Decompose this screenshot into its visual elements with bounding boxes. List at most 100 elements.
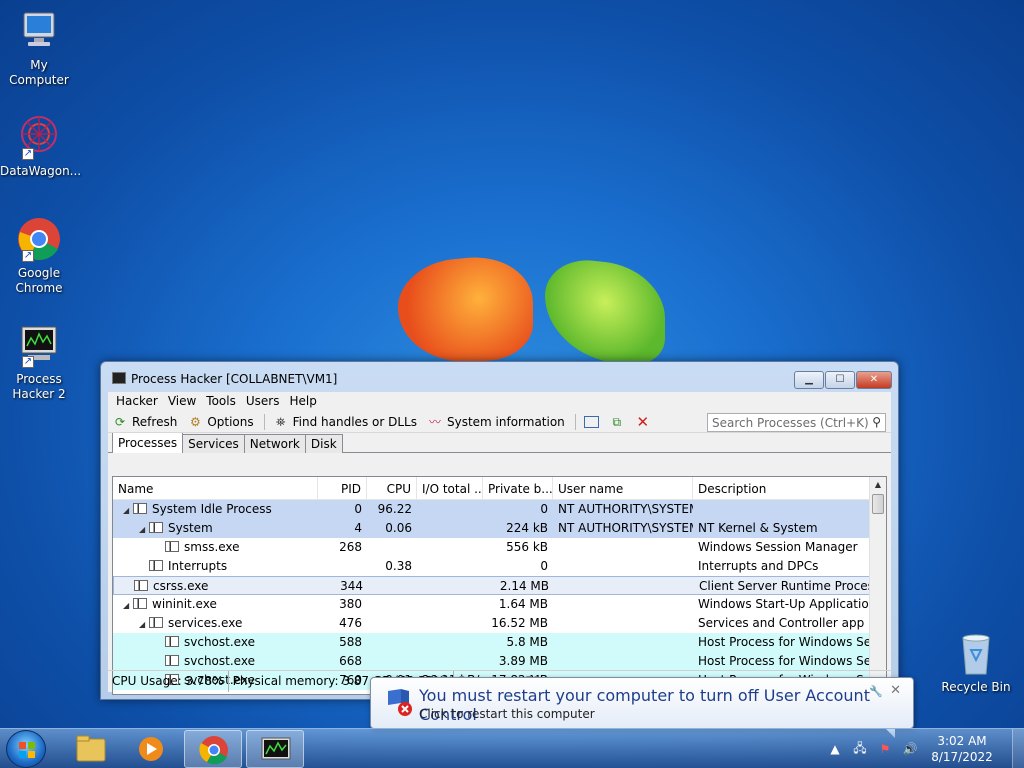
clock-date: 8/17/2022 <box>931 750 993 764</box>
action-center-flag-icon[interactable]: ⚑ <box>876 742 894 756</box>
refresh-label: Refresh <box>132 414 178 429</box>
title-bar[interactable]: Process Hacker [COLLABNET\VM1] ▁ ☐ ✕ <box>101 362 898 392</box>
menu-help[interactable]: Help <box>287 392 322 411</box>
menu-tools[interactable]: Tools <box>204 392 242 411</box>
process-hacker-icon <box>261 737 291 760</box>
process-user <box>553 557 693 576</box>
scroll-thumb[interactable] <box>872 494 884 514</box>
window-view-button[interactable] <box>583 415 603 428</box>
table-row[interactable]: ◢ System Idle Process 0 96.22 0 NT AUTHOR… <box>113 500 886 519</box>
process-private-bytes: 16.52 MB <box>491 616 548 630</box>
tab-network[interactable]: Network <box>243 434 306 453</box>
process-io <box>417 652 483 671</box>
menu-hacker[interactable]: Hacker <box>114 392 164 411</box>
table-row[interactable]: ◢ System 4 0.06 224 kB NT AUTHORITY\SYSTE… <box>113 519 886 538</box>
expand-arrow-icon[interactable]: ◢ <box>139 520 149 538</box>
table-row[interactable]: svchost.exe 588 5.8 MB Host Process for … <box>113 633 886 652</box>
gear-icon: ⚙ <box>189 414 201 429</box>
process-name: services.exe <box>168 616 243 630</box>
process-icon <box>165 541 179 552</box>
process-io <box>417 595 483 614</box>
menu-users[interactable]: Users <box>244 392 286 411</box>
show-hidden-icons-icon[interactable]: ▲ <box>826 742 844 756</box>
tab-processes[interactable]: Processes <box>112 432 184 453</box>
menu-view[interactable]: View <box>166 392 202 411</box>
column-private-bytes[interactable]: Private b... <box>483 477 553 500</box>
process-icon <box>133 598 147 609</box>
expand-arrow-icon[interactable]: ◢ <box>123 596 133 614</box>
desktop-icon-chrome[interactable]: ↗ Google Chrome <box>0 216 78 296</box>
desktop-icon-my-computer[interactable]: My Computer <box>0 8 78 88</box>
volume-icon[interactable]: 🔊 <box>901 742 919 756</box>
expand-arrow-icon[interactable]: ◢ <box>139 615 149 633</box>
system-tray: ▲ 🖧 ⚑ 🔊 3:02 AM 8/17/2022 <box>826 729 1024 768</box>
process-pid: 0 <box>354 502 362 516</box>
process-user <box>553 652 693 671</box>
table-row[interactable]: ◢ services.exe 476 16.52 MB Services and … <box>113 614 886 633</box>
process-cpu: 96.22 <box>377 502 412 516</box>
scroll-up-icon[interactable]: ▲ <box>870 477 886 493</box>
maximize-button[interactable]: ☐ <box>825 371 855 389</box>
toolbar-separator <box>574 413 576 430</box>
table-row[interactable]: smss.exe 268 556 kB Windows Session Mana… <box>113 538 886 557</box>
process-cpu <box>367 595 417 614</box>
table-row[interactable]: Interrupts 0.38 0 Interrupts and DPCs <box>113 557 886 576</box>
app-icon <box>112 372 126 384</box>
system-information-button[interactable]: 〰 System information <box>427 415 565 429</box>
chrome-icon <box>199 736 228 765</box>
column-pid[interactable]: PID <box>318 477 367 500</box>
find-handles-button[interactable]: ⛯ Find handles or DLLs <box>273 415 417 429</box>
column-name[interactable]: Name <box>113 477 318 500</box>
search-placeholder: Search Processes (Ctrl+K) <box>712 416 869 430</box>
process-description: Host Process for Windows Ser... <box>698 635 873 649</box>
taskbar-media-player[interactable] <box>122 730 180 768</box>
terminate-button[interactable]: ✕ <box>635 414 655 429</box>
column-user-name[interactable]: User name <box>553 477 693 500</box>
process-user <box>553 633 693 652</box>
process-private-bytes: 5.8 MB <box>506 635 548 649</box>
taskbar-process-hacker[interactable] <box>246 730 304 768</box>
desktop-icon-process-hacker[interactable]: ↗ Process Hacker 2 <box>0 322 78 402</box>
column-io-total[interactable]: I/O total ... <box>417 477 483 500</box>
vertical-scrollbar[interactable]: ▲ ▼ <box>869 477 886 694</box>
uac-notification-balloon[interactable]: You must restart your computer to turn o… <box>370 677 914 738</box>
tab-disk[interactable]: Disk <box>304 434 343 453</box>
process-list[interactable]: Name PID CPU I/O total ... Private b... … <box>112 476 887 695</box>
minimize-button[interactable]: ▁ <box>794 371 824 389</box>
column-cpu[interactable]: CPU <box>367 477 417 500</box>
start-button[interactable] <box>6 730 46 768</box>
options-button[interactable]: ⚙ Options <box>187 414 254 429</box>
tab-services[interactable]: Services <box>182 434 245 453</box>
table-row[interactable]: svchost.exe 668 3.89 MB Host Process for… <box>113 652 886 671</box>
table-row[interactable]: csrss.exe 344 2.14 MB Client Server Runt… <box>113 576 886 595</box>
process-user: NT AUTHORITY\SYSTEM <box>558 521 693 535</box>
desktop-icon-datawagon[interactable]: ↗ DataWagon... <box>0 114 81 179</box>
wrench-icon[interactable]: 🔧 <box>869 685 883 698</box>
taskbar-explorer[interactable] <box>62 730 120 768</box>
process-pid: 268 <box>339 540 362 554</box>
system-information-label: System information <box>446 414 565 429</box>
column-description[interactable]: Description <box>693 477 873 500</box>
new-window-button[interactable]: ⧉ <box>609 415 629 429</box>
show-desktop-button[interactable] <box>1012 729 1024 768</box>
process-hacker-window[interactable]: Process Hacker [COLLABNET\VM1] ▁ ☐ ✕ Hac… <box>100 361 899 700</box>
network-icon[interactable]: 🖧 <box>851 739 869 760</box>
clock[interactable]: 3:02 AM 8/17/2022 <box>926 733 998 765</box>
process-user <box>554 577 694 594</box>
window-arrow-icon: ⧉ <box>612 414 622 429</box>
close-button[interactable]: ✕ <box>856 371 892 389</box>
chart-icon: 〰 <box>428 414 441 429</box>
process-description: Host Process for Windows Ser... <box>698 654 873 668</box>
desktop-icon-recycle-bin[interactable]: Recycle Bin <box>936 630 1016 695</box>
media-player-icon <box>139 737 163 761</box>
taskbar-chrome[interactable] <box>184 730 242 768</box>
search-input[interactable]: Search Processes (Ctrl+K) ⚲ <box>707 413 886 432</box>
process-cpu: 0.06 <box>385 521 412 535</box>
process-description: NT Kernel & System <box>698 521 818 535</box>
balloon-text[interactable]: Click to restart this computer <box>419 707 595 721</box>
balloon-close-icon[interactable]: ✕ <box>890 683 901 698</box>
table-row[interactable]: ◢ wininit.exe 380 1.64 MB Windows Start-U… <box>113 595 886 614</box>
process-pid <box>318 557 367 576</box>
expand-arrow-icon[interactable]: ◢ <box>123 501 133 519</box>
refresh-button[interactable]: ⟳ Refresh <box>112 415 177 429</box>
